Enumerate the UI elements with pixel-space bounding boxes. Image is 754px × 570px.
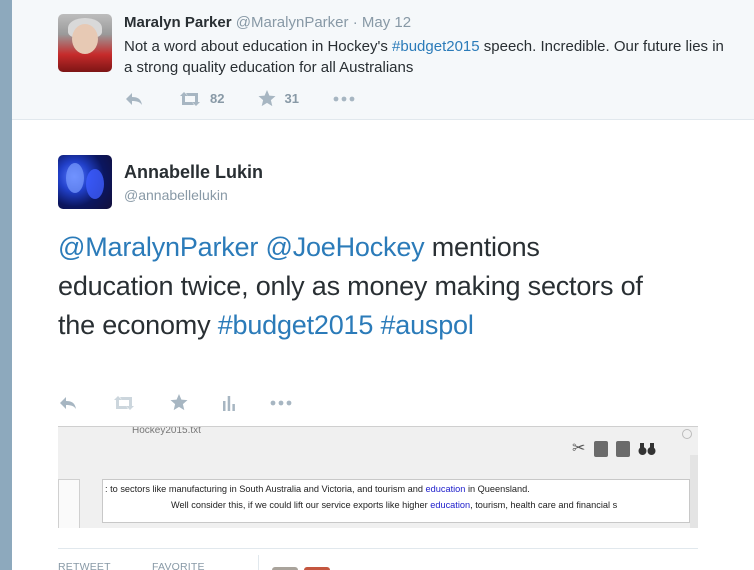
favorite-button[interactable]: [170, 394, 188, 411]
tweet-header: Maralyn Parker @MaralynParker · May 12: [124, 14, 411, 31]
avatar-shape: [86, 169, 104, 199]
username[interactable]: @MaralynParker: [236, 14, 349, 31]
favorite-button[interactable]: 31: [258, 90, 299, 107]
window-close-icon: [682, 429, 692, 439]
binoculars-icon: [638, 443, 656, 455]
retweet-icon: [180, 91, 200, 106]
fullname[interactable]: Maralyn Parker: [124, 14, 232, 31]
retweet-icon: [114, 395, 134, 410]
scissors-icon: ✂: [572, 440, 586, 457]
tweet-text-before: Not a word about education in Hockey's: [124, 38, 393, 55]
tweet-actions: 82 31: [124, 90, 389, 107]
tweet-page: Maralyn Parker @MaralynParker · May 12 N…: [12, 0, 754, 570]
reply-icon: [126, 92, 142, 105]
tweet-stats: RETWEET FAVORITE: [58, 548, 698, 570]
parent-tweet[interactable]: Maralyn Parker @MaralynParker · May 12 N…: [12, 0, 754, 120]
avatar[interactable]: [58, 155, 112, 209]
favorite-count: 31: [284, 91, 299, 106]
retweet-button[interactable]: 82: [178, 91, 224, 107]
trash-icon: [616, 441, 630, 457]
mention-link[interactable]: @JoeHockey: [265, 232, 424, 262]
avatar-face: [72, 24, 98, 54]
hashtag-link[interactable]: #auspol: [380, 310, 473, 340]
line-text: : to sectors like manufacturing in South…: [105, 484, 426, 494]
favorites-label[interactable]: FAVORITE: [152, 561, 205, 570]
avatar-shape: [66, 163, 84, 193]
hashtag-link[interactable]: #budget2015: [392, 38, 480, 55]
reply-icon: [60, 396, 76, 409]
editor-sidebar: [58, 479, 80, 528]
reply-button[interactable]: [124, 91, 144, 107]
retweet-button[interactable]: [112, 395, 136, 411]
username[interactable]: @annabellelukin: [124, 187, 228, 203]
avatar[interactable]: [58, 14, 112, 72]
editor-scrollbar: [690, 455, 698, 528]
analytics-icon: [223, 395, 235, 411]
separator: ·: [352, 14, 358, 31]
mention-link[interactable]: @MaralynParker: [58, 232, 258, 262]
document-line: Well consider this, if we could lift our…: [171, 500, 617, 510]
star-icon: [258, 90, 276, 107]
retweets-label[interactable]: RETWEET: [58, 561, 111, 570]
star-icon: [170, 394, 188, 411]
more-button[interactable]: [270, 400, 292, 406]
analytics-button[interactable]: [222, 395, 236, 411]
line-text: Well consider this, if we could lift our…: [171, 500, 431, 510]
highlighted-word: education: [425, 484, 466, 494]
more-icon: [333, 96, 355, 101]
editor-document: : to sectors like manufacturing in South…: [102, 479, 690, 523]
highlighted-word: education: [430, 500, 471, 510]
copy-icon: [594, 441, 608, 457]
main-tweet: Annabelle Lukin @annabellelukin @Maralyn…: [12, 120, 754, 570]
document-line: : to sectors like manufacturing in South…: [105, 484, 530, 494]
attached-image[interactable]: Hockey2015.txt ✂ : to sectors like manuf…: [58, 426, 698, 528]
line-text: , tourism, health care and financial s: [470, 500, 618, 510]
fullname[interactable]: Annabelle Lukin: [124, 162, 263, 183]
more-icon: [270, 400, 292, 405]
line-text: in Queensland.: [465, 484, 530, 494]
tweet-text: @MaralynParker @JoeHockey mentions educa…: [58, 228, 658, 345]
hashtag-link[interactable]: #budget2015: [218, 310, 374, 340]
more-button[interactable]: [333, 96, 355, 102]
editor-toolbar: ✂: [572, 441, 656, 457]
retweet-count: 82: [210, 91, 225, 106]
tweet-date[interactable]: May 12: [362, 14, 411, 31]
window-title: Hockey2015.txt: [132, 426, 201, 436]
reply-button[interactable]: [58, 395, 78, 411]
stats-divider: [258, 555, 259, 570]
tweet-text: Not a word about education in Hockey's #…: [124, 36, 724, 78]
tweet-actions: [58, 394, 326, 411]
